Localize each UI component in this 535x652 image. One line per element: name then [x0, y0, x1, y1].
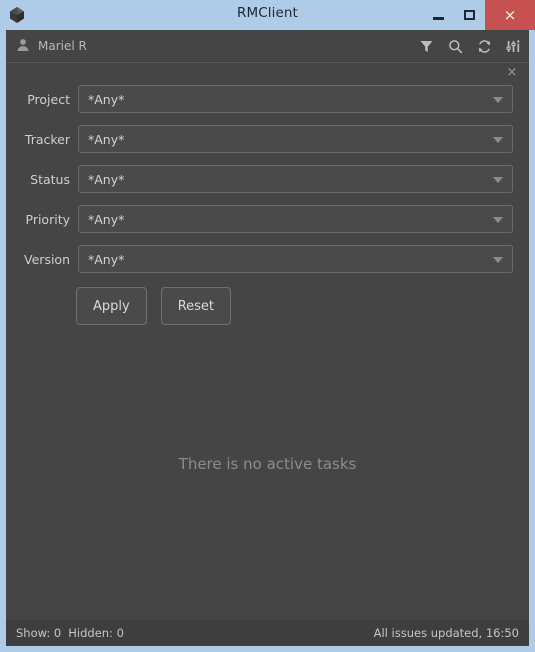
status-select[interactable]: *Any*: [78, 165, 513, 193]
maximize-button[interactable]: [454, 0, 485, 30]
title-bar[interactable]: RMClient ×: [0, 0, 535, 30]
label-status: Status: [30, 171, 70, 187]
status-counts: Show: 0 Hidden: 0: [16, 626, 124, 640]
filter-panel: × Project *Any* Tracker *Any* Status *An…: [6, 63, 529, 337]
chevron-down-icon: [493, 97, 503, 103]
filter-icon[interactable]: [418, 38, 434, 54]
current-user[interactable]: Mariel R: [16, 37, 87, 56]
filter-buttons: Apply Reset: [76, 287, 529, 325]
chevron-down-icon: [493, 217, 503, 223]
label-tracker: Tracker: [24, 131, 70, 147]
user-name: Mariel R: [38, 39, 87, 53]
version-select[interactable]: *Any*: [78, 245, 513, 273]
label-priority: Priority: [25, 211, 71, 227]
chevron-down-icon: [493, 257, 503, 263]
toolbar: Mariel R: [6, 30, 529, 63]
tracker-select-value: *Any*: [88, 131, 125, 147]
apply-button[interactable]: Apply: [76, 287, 147, 325]
empty-state-message: There is no active tasks: [178, 454, 357, 473]
toolbar-actions: [418, 38, 521, 54]
project-select[interactable]: *Any*: [78, 85, 513, 113]
filter-fields: Project *Any* Tracker *Any* Status *Any*…: [6, 63, 529, 273]
chevron-down-icon: [493, 177, 503, 183]
settings-sliders-icon[interactable]: [505, 38, 521, 54]
user-icon: [16, 37, 30, 56]
chevron-down-icon: [493, 137, 503, 143]
priority-select-value: *Any*: [88, 211, 125, 227]
filter-row-project: Project *Any*: [6, 85, 529, 113]
application-window: RMClient × Mariel R × Project *Any* Trac…: [0, 0, 535, 652]
minimize-icon: [433, 16, 444, 20]
label-project: Project: [27, 91, 70, 107]
filter-row-version: Version *Any*: [6, 245, 529, 273]
tracker-select[interactable]: *Any*: [78, 125, 513, 153]
refresh-icon[interactable]: [476, 38, 492, 54]
status-hidden-count: Hidden: 0: [68, 626, 124, 640]
close-button[interactable]: ×: [485, 0, 535, 30]
project-select-value: *Any*: [88, 91, 125, 107]
status-bar: Show: 0 Hidden: 0 All issues updated, 16…: [6, 620, 529, 646]
filter-row-status: Status *Any*: [6, 165, 529, 193]
filter-panel-close-icon[interactable]: ×: [504, 64, 520, 80]
filter-row-priority: Priority *Any*: [6, 205, 529, 233]
filter-row-tracker: Tracker *Any*: [6, 125, 529, 153]
window-controls: ×: [423, 0, 535, 30]
task-list-area: There is no active tasks: [6, 337, 529, 620]
search-icon[interactable]: [447, 38, 463, 54]
priority-select[interactable]: *Any*: [78, 205, 513, 233]
minimize-button[interactable]: [423, 0, 454, 30]
status-select-value: *Any*: [88, 171, 125, 187]
status-show-count: Show: 0: [16, 626, 62, 640]
app-logo-icon: [8, 6, 26, 24]
maximize-icon: [464, 10, 475, 20]
version-select-value: *Any*: [88, 251, 125, 267]
close-icon: ×: [503, 5, 517, 24]
status-update-message: All issues updated, 16:50: [373, 626, 519, 640]
reset-button[interactable]: Reset: [160, 287, 232, 325]
client-area: Mariel R × Project *Any* Tracker *Any* S…: [6, 30, 529, 646]
label-version: Version: [24, 251, 70, 267]
